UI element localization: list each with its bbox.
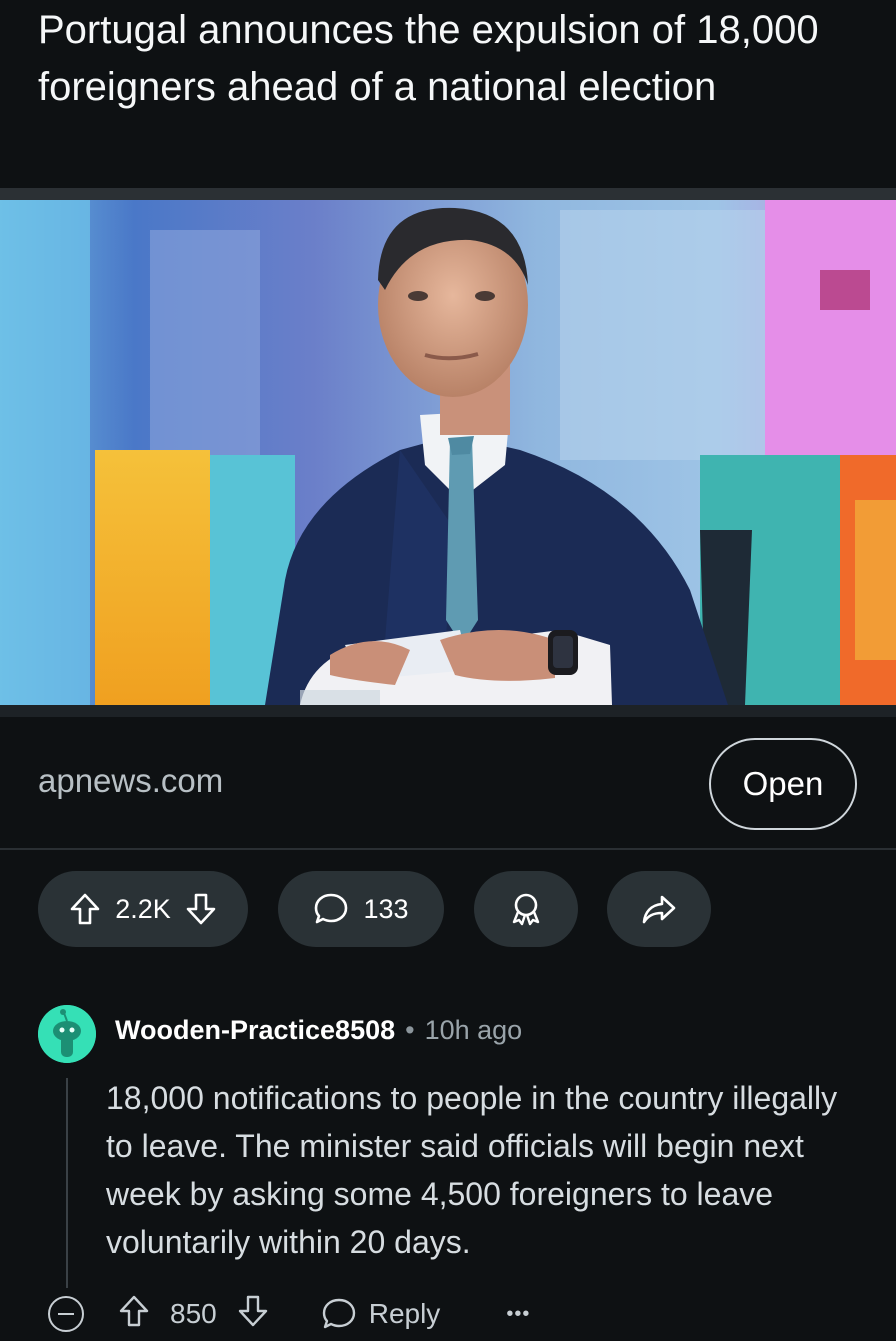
share-button[interactable]: [607, 871, 711, 947]
arrow-up-icon[interactable]: [118, 1294, 150, 1335]
arrow-up-icon[interactable]: [69, 892, 101, 926]
meta-separator: •: [405, 1015, 415, 1045]
comment-body: 18,000 notifications to people in the co…: [106, 1080, 838, 1260]
post-vote-count: 2.2K: [115, 893, 171, 924]
award-button[interactable]: [474, 871, 578, 947]
share-arrow-icon: [641, 893, 677, 925]
open-link-button[interactable]: Open: [709, 738, 857, 830]
more-options-icon[interactable]: •••: [506, 1303, 530, 1326]
speech-bubble-icon: [321, 1297, 357, 1331]
reply-label: Reply: [368, 1298, 441, 1329]
comment-vote-count: 850: [170, 1298, 217, 1329]
speech-bubble-icon: [313, 892, 349, 926]
image-bottom-border: [0, 705, 896, 717]
comment-timestamp: 10h ago: [424, 1015, 523, 1045]
comment-count: 133: [363, 893, 409, 924]
arrow-down-icon[interactable]: [237, 1294, 269, 1335]
reply-button[interactable]: Reply: [321, 1297, 441, 1331]
comment-actions: 850 Reply •••: [48, 1292, 530, 1336]
avatar[interactable]: [38, 1005, 96, 1063]
post-vote-bar: 2.2K: [38, 871, 248, 947]
comments-button[interactable]: 133: [278, 871, 444, 947]
award-icon: [508, 891, 544, 927]
image-top-border: [0, 188, 896, 200]
arrow-down-icon[interactable]: [185, 892, 217, 926]
post-thumbnail-image[interactable]: [0, 200, 896, 705]
link-domain[interactable]: apnews.com: [38, 762, 223, 800]
collapse-minus-icon[interactable]: [48, 1296, 84, 1332]
comment-meta: Wooden-Practice8508 • 10h ago: [115, 1015, 522, 1046]
comment-thread-line[interactable]: [66, 1078, 68, 1288]
post-title[interactable]: Portugal announces the expulsion of 18,0…: [38, 2, 858, 116]
section-divider: [0, 848, 896, 850]
comment-author[interactable]: Wooden-Practice8508: [115, 1015, 395, 1046]
